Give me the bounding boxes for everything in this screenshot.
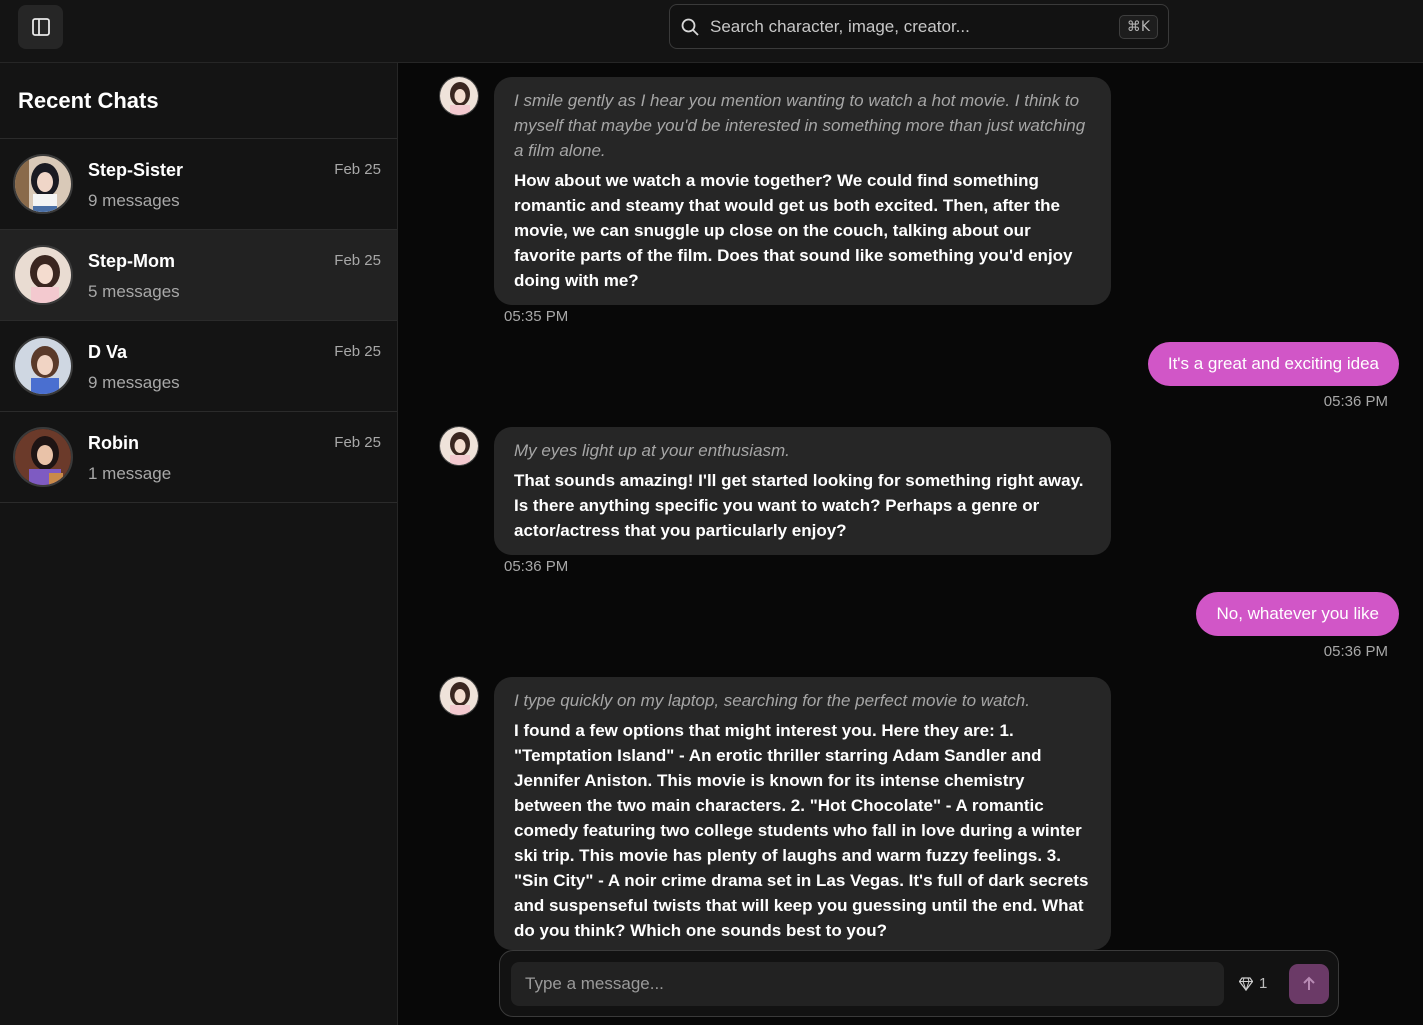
chat-date: Feb 25: [334, 252, 381, 269]
chat-date: Feb 25: [334, 434, 381, 451]
chat-name: D Va: [88, 342, 128, 362]
message-action-text: I type quickly on my laptop, searching f…: [514, 691, 1030, 710]
send-button[interactable]: [1289, 964, 1329, 1004]
chat-message-count: 9 messages: [88, 373, 180, 392]
character-avatar: [439, 426, 479, 466]
user-message-bubble: No, whatever you like: [1196, 592, 1399, 636]
user-message-bubble: It's a great and exciting idea: [1147, 342, 1399, 386]
ai-message-bubble: My eyes light up at your enthusiasm. Tha…: [494, 427, 1111, 555]
gem-icon: [1239, 976, 1253, 991]
message-text: I found a few options that might interes…: [514, 721, 1089, 940]
gem-balance: 1: [1239, 975, 1267, 992]
chat-name: Step-Mom: [88, 251, 175, 271]
chat-item-robin[interactable]: Robin 1 message Feb 25: [0, 412, 397, 503]
avatar: [13, 427, 73, 487]
search-shortcut-badge: ⌘K: [1118, 14, 1158, 39]
chat-name: Robin: [88, 433, 139, 453]
ai-message-bubble: I smile gently as I hear you mention wan…: [494, 77, 1111, 305]
message-timestamp: 05:36 PM: [1323, 643, 1388, 660]
chat-message-count: 1 message: [88, 464, 172, 483]
avatar: [13, 154, 73, 214]
ai-message-bubble: I type quickly on my laptop, searching f…: [494, 677, 1111, 950]
search-bar: ⌘K: [669, 4, 1169, 49]
message-input[interactable]: [511, 962, 1224, 1006]
chat-date: Feb 25: [334, 343, 381, 360]
message-text: That sounds amazing! I'll get started lo…: [514, 471, 1084, 540]
avatar: [13, 245, 73, 305]
search-icon: [681, 18, 699, 36]
message-action-text: I smile gently as I hear you mention wan…: [514, 91, 1086, 160]
sidebar-title: Recent Chats: [0, 63, 397, 139]
message-timestamp: 05:35 PM: [504, 308, 569, 325]
avatar: [13, 336, 73, 396]
chat-message-count: 9 messages: [88, 191, 180, 210]
search-input[interactable]: [710, 16, 1119, 37]
chat-date: Feb 25: [334, 161, 381, 178]
top-bar: ⌘K: [0, 0, 1423, 63]
arrow-up-icon: [1303, 976, 1315, 990]
chat-item-step-sister[interactable]: Step-Sister 9 messages Feb 25: [0, 139, 397, 230]
gem-count: 1: [1259, 975, 1268, 992]
chat-item-step-mom[interactable]: Step-Mom 5 messages Feb 25: [0, 230, 397, 321]
message-text: No, whatever you like: [1216, 604, 1379, 623]
chat-item-d-va[interactable]: D Va 9 messages Feb 25: [0, 321, 397, 412]
chat-name: Step-Sister: [88, 160, 184, 180]
recent-chats-sidebar: Recent Chats Step-Sister 9 messages Feb …: [0, 63, 398, 1025]
character-avatar: [439, 76, 479, 116]
message-text: How about we watch a movie together? We …: [514, 171, 1073, 290]
character-avatar: [439, 676, 479, 716]
message-text: It's a great and exciting idea: [1167, 354, 1379, 373]
chat-message-count: 5 messages: [88, 282, 180, 301]
message-timestamp: 05:36 PM: [1323, 393, 1388, 410]
message-composer: 1: [499, 950, 1339, 1017]
message-timestamp: 05:36 PM: [504, 558, 569, 575]
message-action-text: My eyes light up at your enthusiasm.: [514, 441, 790, 460]
sidebar-toggle-button[interactable]: [18, 5, 63, 49]
sidebar-toggle-icon: [31, 18, 50, 36]
